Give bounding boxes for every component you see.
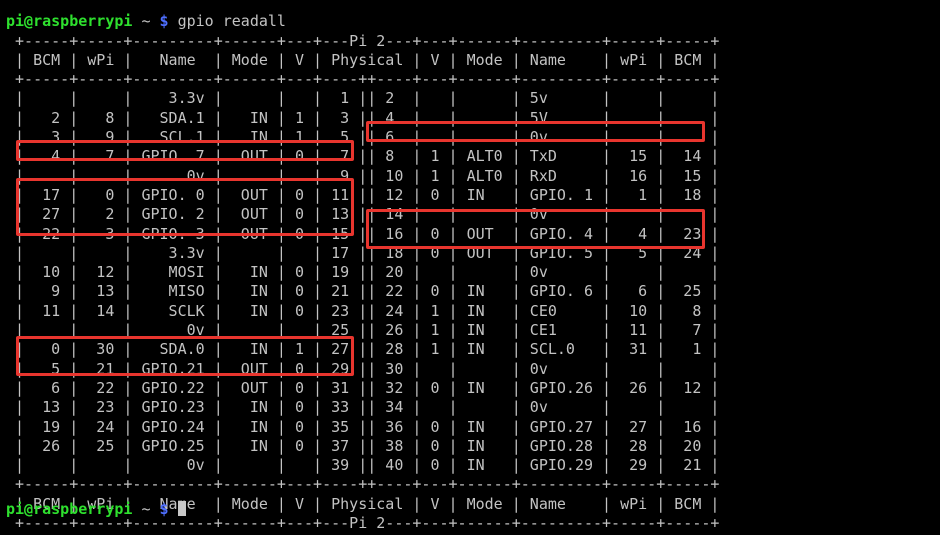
table-row: | 9 | 13 | MISO | IN | 0 | 21 || 22 | 0 … [6, 282, 720, 301]
table-row: | 4 | 7 | GPIO. 7 | OUT | 0 | 7 || 8 | 1… [6, 147, 720, 166]
table-row: | 22 | 3 | GPIO. 3 | OUT | 0 | 15 || 16 … [6, 224, 720, 243]
prompt-line-bottom[interactable]: pi@raspberrypi ~ $ [6, 500, 186, 519]
text-cursor[interactable] [177, 501, 186, 516]
table-row: | | | 3.3v | | | 17 || 18 | 0 | OUT | GP… [6, 243, 720, 262]
prompt-path: ~ [141, 12, 151, 30]
table-row: | 19 | 24 | GPIO.24 | IN | 0 | 35 || 36 … [6, 417, 720, 436]
command-text: gpio readall [177, 12, 286, 30]
prompt-path: ~ [141, 500, 151, 518]
table-row: | 2 | 8 | SDA.1 | IN | 1 | 3 || 4 | | | … [6, 108, 720, 127]
table-row: | 27 | 2 | GPIO. 2 | OUT | 0 | 13 || 14 … [6, 205, 720, 224]
table-header-row: | BCM | wPi | Name | Mode | V | Physical… [6, 50, 720, 69]
prompt-line-top: pi@raspberrypi ~ $ gpio readall [6, 12, 286, 31]
prompt-symbol: $ [159, 500, 169, 518]
table-separator-bottom: +-----+-----+---------+------+---+----++… [6, 475, 720, 494]
table-row: | 3 | 9 | SCL.1 | IN | 1 | 5 || 6 | | | … [6, 128, 720, 146]
table-row: | | | 3.3v | | | 1 || 2 | | | 5v | | | [6, 89, 720, 108]
table-border-top: +-----+-----+---------+------+---+---Pi … [6, 31, 720, 50]
table-separator-top: +-----+-----+---------+------+---+----++… [6, 70, 720, 89]
table-row: | | | 0v | | | 39 || 40 | 0 | IN | GPIO.… [6, 456, 720, 475]
prompt-space-2 [151, 12, 160, 30]
table-row: | 6 | 22 | GPIO.22 | OUT | 0 | 31 || 32 … [6, 378, 720, 397]
table-row: | 0 | 30 | SDA.0 | IN | 1 | 27 || 28 | 1… [6, 340, 720, 359]
prompt-space-6 [169, 500, 178, 518]
table-row: | 17 | 0 | GPIO. 0 | OUT | 0 | 11 || 12 … [6, 185, 720, 204]
prompt-user-host: pi@raspberrypi [6, 500, 133, 518]
table-row: | 11 | 14 | SCLK | IN | 0 | 23 || 24 | 1… [6, 301, 720, 320]
table-row: | | | 0v | | | 25 || 26 | 1 | IN | CE1 |… [6, 321, 720, 339]
prompt-symbol: $ [159, 12, 169, 30]
prompt-space-5 [151, 500, 160, 518]
table-row: | 13 | 23 | GPIO.23 | IN | 0 | 33 || 34 … [6, 398, 720, 417]
table-row: | 5 | 21 | GPIO.21 | OUT | 0 | 29 || 30 … [6, 359, 720, 378]
prompt-user-host: pi@raspberrypi [6, 12, 133, 30]
table-row: | | | 0v | | | 9 || 10 | 1 | ALT0 | RxD … [6, 166, 720, 185]
terminal-window[interactable]: pi@raspberrypi ~ $ gpio readall +-----+-… [0, 0, 940, 535]
table-row: | 10 | 12 | MOSI | IN | 0 | 19 || 20 | |… [6, 263, 720, 282]
prompt-space-3 [169, 12, 178, 30]
table-row: | 26 | 25 | GPIO.25 | IN | 0 | 37 || 38 … [6, 436, 720, 455]
